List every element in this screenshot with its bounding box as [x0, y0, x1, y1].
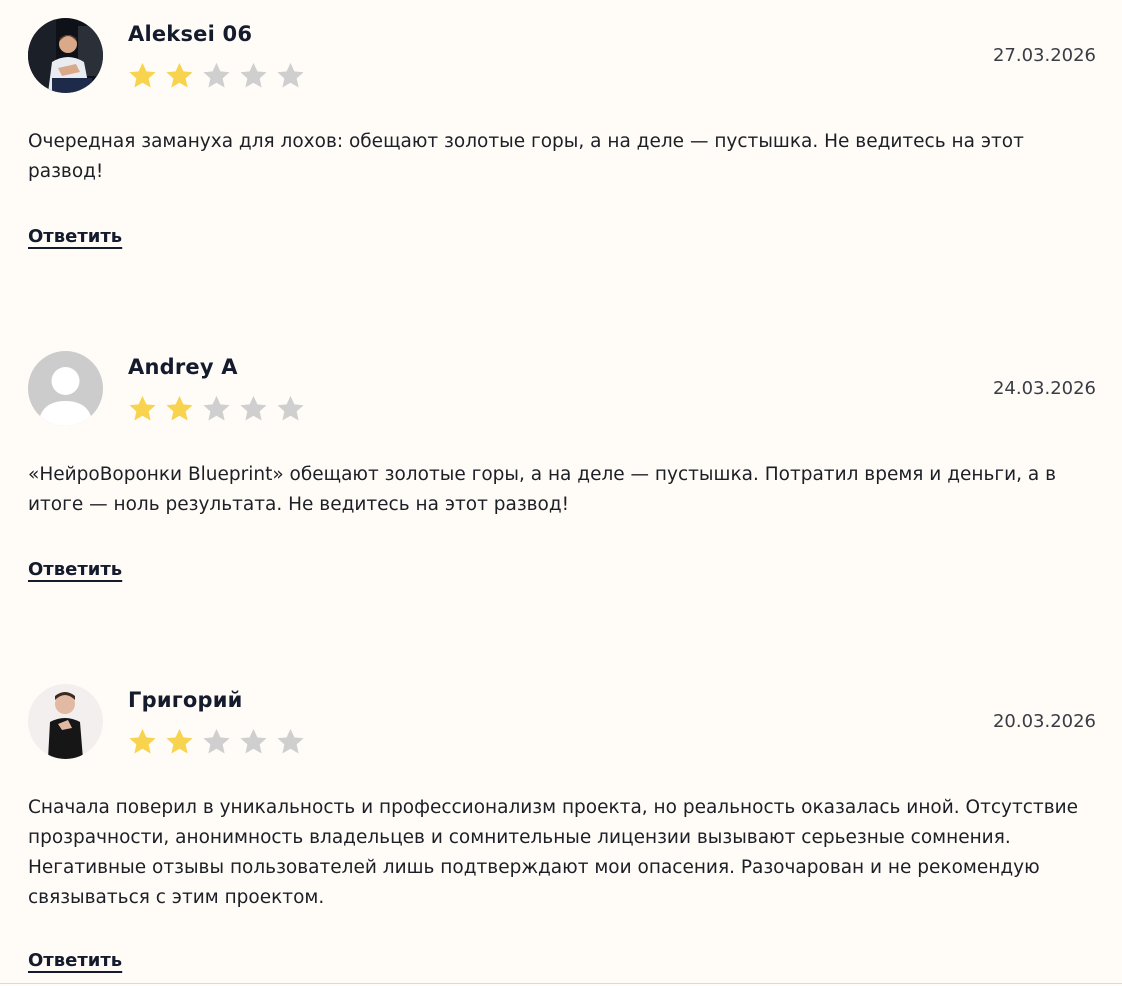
star-empty-icon	[240, 62, 267, 88]
review-date: 20.03.2026	[992, 711, 1096, 732]
star-filled-icon	[129, 62, 156, 88]
reply-link[interactable]: Ответить	[28, 226, 122, 247]
review-text: Очередная замануха для лохов: обещают зо…	[28, 131, 1024, 182]
star-empty-icon	[240, 728, 267, 754]
review-author: Aleksei 06	[128, 22, 253, 46]
review-date: 24.03.2026	[992, 378, 1096, 399]
star-empty-icon	[203, 62, 230, 88]
divider	[0, 983, 1122, 984]
review-text: «НейроВоронки Blueprint» обещают золотые…	[28, 464, 1056, 515]
review-author: Andrey A	[128, 355, 238, 379]
star-filled-icon	[166, 728, 193, 754]
rating-stars	[126, 726, 307, 758]
rating-stars	[126, 60, 307, 92]
reply-link[interactable]: Ответить	[28, 950, 122, 971]
review-date: 27.03.2026	[992, 45, 1096, 66]
rating-stars	[126, 393, 307, 425]
star-filled-icon	[166, 395, 193, 421]
star-empty-icon	[277, 728, 304, 754]
star-filled-icon	[129, 395, 156, 421]
review-author: Григорий	[128, 688, 243, 712]
star-filled-icon	[129, 728, 156, 754]
star-empty-icon	[240, 395, 267, 421]
review-text: Сначала поверил в уникальность и професс…	[28, 797, 1079, 908]
star-empty-icon	[277, 395, 304, 421]
star-empty-icon	[277, 62, 304, 88]
star-filled-icon	[166, 62, 193, 88]
star-empty-icon	[203, 728, 230, 754]
user-photo-icon	[28, 18, 103, 93]
star-empty-icon	[203, 395, 230, 421]
user-photo-icon	[28, 684, 103, 759]
reply-link[interactable]: Ответить	[28, 559, 122, 580]
default-user-icon	[28, 351, 103, 426]
